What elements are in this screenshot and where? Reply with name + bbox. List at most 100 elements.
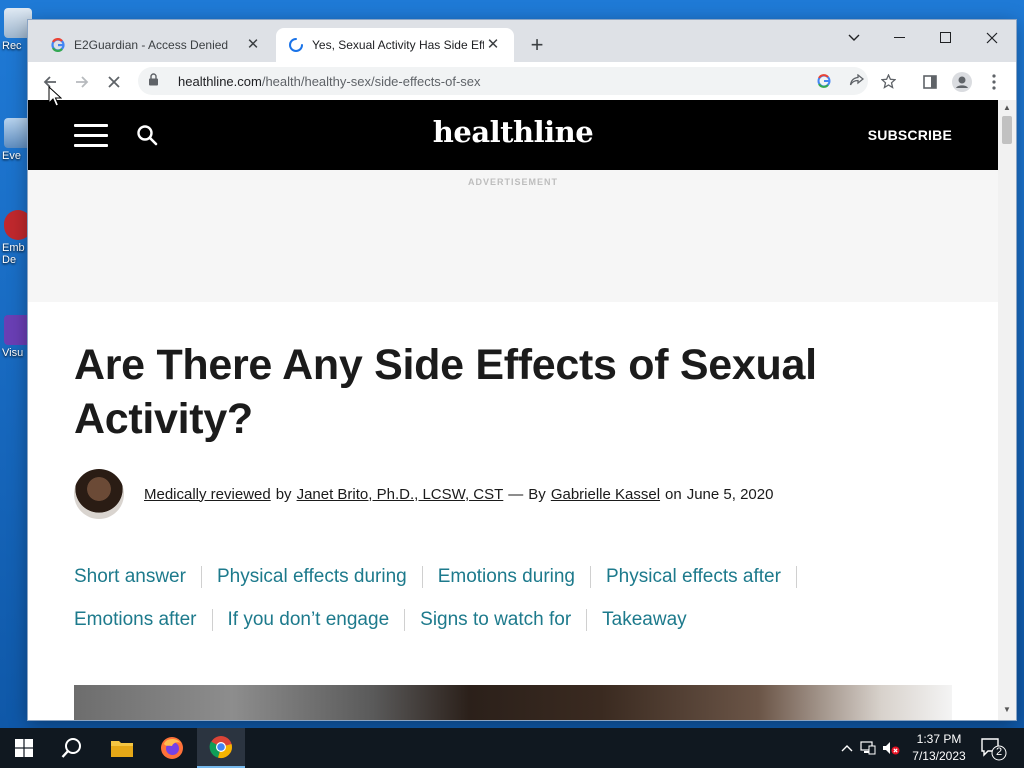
maximize-button[interactable] bbox=[924, 24, 968, 52]
jump-link-emotions-during[interactable]: Emotions during bbox=[438, 566, 575, 588]
page-scrollbar[interactable]: ▲ ▼ bbox=[998, 100, 1016, 720]
mouse-cursor-icon bbox=[48, 86, 62, 107]
article-hero-image bbox=[74, 685, 952, 720]
folder-icon bbox=[111, 741, 133, 757]
article-jump-links: Short answer Physical effects during Emo… bbox=[74, 555, 964, 641]
clock-date: 7/13/2023 bbox=[912, 749, 966, 763]
jump-link-physical-after[interactable]: Physical effects after bbox=[606, 566, 781, 588]
tab-close-icon[interactable]: ✕ bbox=[244, 36, 262, 54]
firefox-button[interactable] bbox=[148, 728, 196, 768]
minimize-button[interactable] bbox=[878, 24, 922, 52]
byline-text: By bbox=[528, 485, 546, 503]
arrow-right-icon bbox=[76, 76, 89, 88]
clock-time: 1:37 PM bbox=[916, 732, 962, 746]
taskbar-clock[interactable]: 1:37 PM 7/13/2023 bbox=[908, 731, 970, 765]
chevron-down-icon bbox=[848, 34, 860, 41]
scroll-down-icon[interactable]: ▼ bbox=[1001, 704, 1013, 716]
search-icon bbox=[61, 738, 81, 758]
tab-healthline[interactable]: Yes, Sexual Activity Has Side Effects ✕ bbox=[276, 28, 514, 62]
firefox-icon bbox=[161, 737, 183, 759]
loading-spinner-icon bbox=[288, 37, 304, 53]
byline-text: by bbox=[275, 485, 292, 503]
divider bbox=[211, 608, 213, 631]
kebab-menu-icon bbox=[992, 74, 996, 90]
jump-link-takeaway[interactable]: Takeaway bbox=[602, 609, 687, 631]
network-icon bbox=[860, 741, 876, 755]
file-explorer-button[interactable] bbox=[98, 728, 146, 768]
avatar-icon bbox=[952, 72, 972, 92]
star-icon bbox=[880, 73, 896, 89]
google-icon bbox=[817, 74, 831, 88]
windows-logo-icon bbox=[15, 739, 33, 757]
close-icon bbox=[986, 32, 998, 44]
side-panel-icon bbox=[923, 75, 937, 89]
desktop-icon-label: De bbox=[2, 254, 17, 266]
embarcadero-shortcut[interactable]: Emb De bbox=[0, 210, 32, 266]
tab-close-icon[interactable]: ✕ bbox=[484, 36, 502, 54]
google-translate-button[interactable] bbox=[810, 67, 838, 95]
author-link[interactable]: Gabrielle Kassel bbox=[551, 486, 660, 503]
advertisement-label: ADVERTISEMENT bbox=[467, 177, 558, 187]
divider bbox=[590, 565, 591, 588]
volume-status[interactable] bbox=[880, 741, 902, 755]
jump-link-short-answer[interactable]: Short answer bbox=[74, 566, 186, 588]
browser-toolbar: healthline.com/health/healthy-sex/side-e… bbox=[28, 62, 1016, 100]
desktop-icon-label: Rec bbox=[2, 40, 22, 52]
url-path: /health/healthy-sex/side-effects-of-sex bbox=[261, 73, 481, 89]
divider bbox=[200, 565, 202, 588]
site-logo[interactable]: healthline bbox=[28, 115, 998, 149]
windows-taskbar: 1:37 PM 7/13/2023 2 bbox=[0, 728, 1024, 768]
reviewer-link[interactable]: Janet Brito, Ph.D., LCSW, CST bbox=[297, 486, 504, 503]
publish-date: June 5, 2020 bbox=[686, 485, 774, 503]
article-title: Are There Any Side Effects of Sexual Act… bbox=[74, 341, 817, 443]
byline-text: — bbox=[508, 485, 524, 503]
maximize-icon bbox=[940, 32, 951, 43]
medically-reviewed-link[interactable]: Medically reviewed bbox=[144, 486, 271, 503]
notification-count: 2 bbox=[995, 746, 1003, 758]
show-hidden-icons-button[interactable] bbox=[838, 744, 856, 752]
reviewer-avatar bbox=[74, 469, 124, 519]
jump-link-dont-engage[interactable]: If you don’t engage bbox=[228, 609, 390, 631]
jump-link-emotions-after[interactable]: Emotions after bbox=[74, 609, 197, 631]
recycle-bin-shortcut[interactable]: Rec bbox=[0, 8, 32, 52]
divider bbox=[586, 608, 588, 631]
close-window-button[interactable] bbox=[970, 24, 1014, 52]
profile-button[interactable] bbox=[948, 68, 976, 96]
forward-button[interactable] bbox=[68, 68, 96, 96]
address-bar[interactable]: healthline.com/health/healthy-sex/side-e… bbox=[138, 67, 896, 95]
network-status[interactable] bbox=[856, 741, 880, 755]
browser-window: E2Guardian - Access Denied ✕ Yes, Sexual… bbox=[28, 20, 1016, 720]
tab-title: Yes, Sexual Activity Has Side Effects bbox=[312, 38, 484, 52]
divider bbox=[421, 565, 423, 588]
search-button[interactable] bbox=[48, 728, 96, 768]
site-header: healthline SUBSCRIBE bbox=[28, 100, 998, 170]
advertisement-slot: ADVERTISEMENT bbox=[28, 170, 998, 302]
web-page: healthline SUBSCRIBE ADVERTISEMENT Are T… bbox=[28, 100, 998, 720]
subscribe-link[interactable]: SUBSCRIBE bbox=[868, 127, 952, 143]
scroll-up-icon[interactable]: ▲ bbox=[1001, 102, 1013, 114]
chevron-up-icon bbox=[841, 745, 853, 752]
byline-text: on bbox=[665, 485, 682, 503]
jump-link-signs[interactable]: Signs to watch for bbox=[420, 609, 571, 631]
tab-e2guardian[interactable]: E2Guardian - Access Denied ✕ bbox=[38, 28, 274, 62]
minimize-icon bbox=[894, 37, 905, 38]
tab-strip: E2Guardian - Access Denied ✕ Yes, Sexual… bbox=[28, 20, 1016, 62]
stop-loading-button[interactable] bbox=[100, 68, 128, 96]
action-center-button[interactable]: 2 bbox=[978, 734, 1008, 762]
share-button[interactable] bbox=[842, 67, 870, 95]
system-tray bbox=[838, 728, 902, 768]
scroll-thumb[interactable] bbox=[1002, 116, 1012, 144]
start-button[interactable] bbox=[0, 728, 48, 768]
desktop-icon-label: Emb bbox=[2, 242, 25, 254]
tab-search-button[interactable] bbox=[832, 24, 876, 52]
jump-link-physical-during[interactable]: Physical effects during bbox=[217, 566, 407, 588]
event-viewer-shortcut[interactable]: Eve bbox=[0, 118, 32, 162]
google-favicon-icon bbox=[50, 37, 66, 53]
visual-studio-shortcut[interactable]: Visu bbox=[0, 315, 32, 359]
chrome-button[interactable] bbox=[197, 728, 245, 768]
chrome-menu-button[interactable] bbox=[980, 68, 1008, 96]
new-tab-button[interactable]: + bbox=[526, 34, 548, 56]
side-panel-button[interactable] bbox=[916, 68, 944, 96]
bookmark-button[interactable] bbox=[874, 67, 902, 95]
divider bbox=[795, 565, 797, 588]
